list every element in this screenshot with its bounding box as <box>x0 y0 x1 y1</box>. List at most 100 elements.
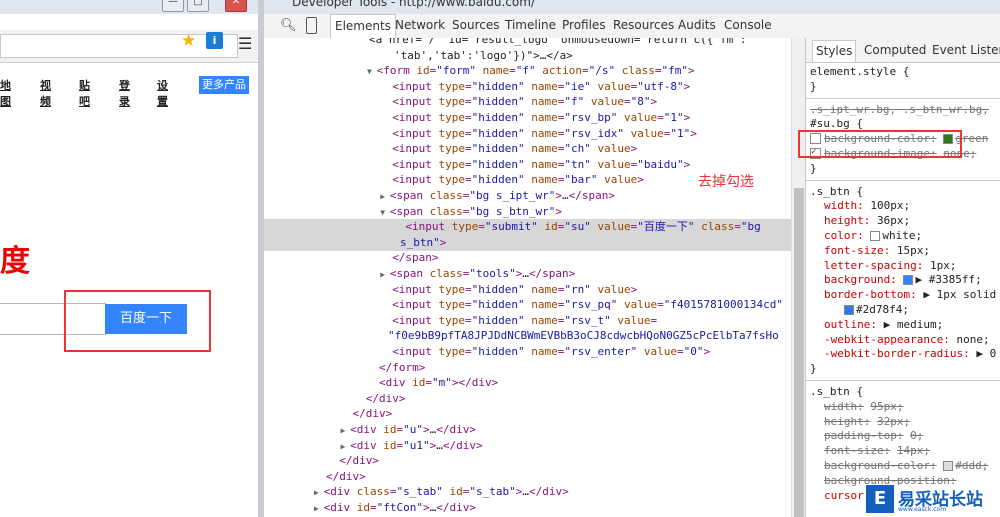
property-name[interactable]: -webkit-border-radius: <box>824 347 970 360</box>
elements-tree[interactable]: <a href="/" id="result_logo" onmousedown… <box>264 38 791 517</box>
extension-icon[interactable]: i <box>206 32 223 49</box>
tab-styles[interactable]: Styles <box>812 40 857 62</box>
property-name[interactable]: height: <box>824 214 870 227</box>
expand-triangle-icon[interactable]: ▶ <box>380 270 390 279</box>
color-swatch-icon[interactable] <box>903 275 914 286</box>
tree-node[interactable]: ▼ <form id="form" name="f" action="/s" c… <box>367 63 695 79</box>
tab-event-listeners[interactable]: Event Listeners <box>932 43 1000 57</box>
tree-node[interactable]: <a href="/" id="result_logo" onmousedown… <box>369 38 747 48</box>
tree-node[interactable]: ▶ <div id="u">…</div> <box>340 422 476 438</box>
star-icon[interactable]: ★ <box>181 31 196 51</box>
tree-node[interactable]: <input type="hidden" name="f" value="8"> <box>392 94 657 110</box>
tree-node[interactable]: </form> <box>379 360 425 376</box>
property-name[interactable]: outline: <box>824 318 877 331</box>
tree-node[interactable]: <input type="hidden" name="rn" value> <box>392 282 637 298</box>
collapse-triangle-icon[interactable]: ▼ <box>380 208 390 217</box>
property-name[interactable]: background: <box>824 273 897 286</box>
tab-timeline[interactable]: Timeline <box>505 18 556 32</box>
tab-profiles[interactable]: Profiles <box>562 18 606 32</box>
tree-node[interactable]: ▶ <div class="s_tab" id="s_tab">…</div> <box>314 484 569 500</box>
nav-link-settings[interactable]: 设置 <box>157 77 168 109</box>
elements-scrollbar[interactable] <box>791 38 806 517</box>
property-value[interactable]: 95px; <box>870 400 903 413</box>
inspect-search-icon[interactable]: 🔍︎ <box>280 18 297 33</box>
color-swatch-icon[interactable] <box>870 231 881 241</box>
expand-triangle-icon[interactable]: ▶ <box>340 426 350 435</box>
tab-audits[interactable]: Audits <box>678 18 716 32</box>
property-name[interactable]: color: <box>824 229 864 242</box>
property-name[interactable]: -webkit-appearance: <box>824 333 950 346</box>
property-name[interactable]: width: <box>824 400 864 413</box>
tree-node[interactable]: ▶ <div id="u1">…</div> <box>340 438 482 454</box>
nav-link-tieba[interactable]: 贴吧 <box>79 77 90 109</box>
collapse-triangle-icon[interactable]: ▼ <box>367 67 377 76</box>
tab-resources[interactable]: Resources <box>613 18 674 32</box>
tree-node[interactable]: <input type="hidden" name="rsv_idx" valu… <box>392 126 697 142</box>
expand-triangle-icon[interactable]: ▶ <box>380 192 390 201</box>
expand-triangle-icon[interactable]: ▶ <box>314 504 324 513</box>
nav-link-video[interactable]: 视频 <box>40 77 51 109</box>
tree-node[interactable]: </div> <box>326 469 366 485</box>
minimize-button[interactable]: — <box>162 0 184 12</box>
property-name[interactable]: font-size: <box>824 244 890 257</box>
tab-sources[interactable]: Sources <box>452 18 499 32</box>
maximize-button[interactable]: □ <box>187 0 209 12</box>
property-value[interactable]: #ddd; <box>955 459 988 472</box>
property-value[interactable]: 100px; <box>870 199 910 212</box>
tree-node[interactable]: ▼ <span class="bg s_btn_wr"> <box>380 204 562 220</box>
expand-triangle-icon[interactable]: ▶ <box>314 488 324 497</box>
url-input[interactable] <box>0 34 238 58</box>
tab-computed[interactable]: Computed <box>864 43 926 57</box>
tree-node[interactable]: <input type="hidden" name="ch" value> <box>392 141 637 157</box>
tree-node[interactable]: </div> <box>352 406 392 422</box>
tab-console[interactable]: Console <box>724 18 772 32</box>
property-name[interactable]: background-color: <box>824 459 937 472</box>
tree-node[interactable]: "f0e9bB9pfTA8JPJDdNCBWmEVBbB3oCJ8cdwcbHQ… <box>388 328 779 344</box>
property-name[interactable]: letter-spacing: <box>824 259 923 272</box>
tree-node[interactable]: ▶ <span class="bg s_ipt_wr">…</span> <box>380 188 615 204</box>
property-name[interactable]: cursor: <box>824 489 870 502</box>
tree-node[interactable]: <input type="hidden" name="bar" value> <box>392 172 644 188</box>
scrollbar-thumb[interactable] <box>794 188 804 517</box>
tree-node-selected[interactable]: s_btn"> <box>264 234 791 251</box>
tree-node[interactable]: <input type="hidden" name="tn" value="ba… <box>392 157 690 173</box>
tree-node[interactable]: </div> <box>366 391 406 407</box>
tree-node[interactable]: <input type="hidden" name="rsv_pq" value… <box>392 297 783 313</box>
menu-icon[interactable]: ☰ <box>238 34 252 53</box>
property-value[interactable]: ▶ medium; <box>884 318 944 331</box>
property-value[interactable]: ▶ 0 <box>976 347 996 360</box>
tree-node-selected[interactable]: <input type="submit" id="su" value="百度一下… <box>264 219 791 236</box>
tree-node[interactable]: <div id="m"></div> <box>379 375 498 391</box>
property-name[interactable]: width: <box>824 199 864 212</box>
property-value[interactable]: ▶ 1px solid <box>923 288 996 301</box>
property-value[interactable]: 14px; <box>897 444 930 457</box>
tree-node[interactable]: ▶ <span class="tools">…</span> <box>380 266 575 282</box>
device-mode-icon[interactable] <box>306 17 317 34</box>
property-value[interactable]: 15px; <box>897 244 930 257</box>
tree-node[interactable]: <input type="hidden" name="rsv_bp" value… <box>392 110 690 126</box>
nav-link-login[interactable]: 登录 <box>119 77 130 109</box>
property-name[interactable]: font-size: <box>824 444 890 457</box>
tab-elements[interactable]: Elements <box>330 14 396 38</box>
tree-node[interactable]: ▶ <div id="ftCon">…</div> <box>314 500 476 516</box>
property-name[interactable]: padding-top: <box>824 429 903 442</box>
nav-link-map[interactable]: 地图 <box>0 77 11 109</box>
property-name[interactable]: border-bottom: <box>824 288 917 301</box>
color-swatch-icon[interactable] <box>844 305 854 315</box>
tree-node[interactable]: <input type="hidden" name="rsv_t" value= <box>392 313 657 329</box>
tree-node[interactable]: 'tab','tab':'logo'})">…</a> <box>394 48 573 64</box>
color-swatch-icon[interactable] <box>943 461 954 471</box>
property-value[interactable]: 36px; <box>877 214 910 227</box>
tab-network[interactable]: Network <box>395 18 445 32</box>
property-value[interactable]: none; <box>956 333 989 346</box>
tree-node[interactable]: <input type="hidden" name="ie" value="ut… <box>392 79 690 95</box>
more-products-button[interactable]: 更多产品 <box>199 76 249 94</box>
property-value[interactable]: 1px; <box>930 259 957 272</box>
close-button[interactable]: ✕ <box>225 0 247 12</box>
tree-node[interactable]: <input type="hidden" name="rsv_enter" va… <box>392 344 710 360</box>
property-value[interactable]: 32px; <box>877 415 910 428</box>
property-name[interactable]: height: <box>824 415 870 428</box>
property-value[interactable]: ▶ #3385ff; <box>915 273 981 286</box>
property-value[interactable]: 0; <box>910 429 923 442</box>
tree-node[interactable]: </div> <box>339 453 379 469</box>
